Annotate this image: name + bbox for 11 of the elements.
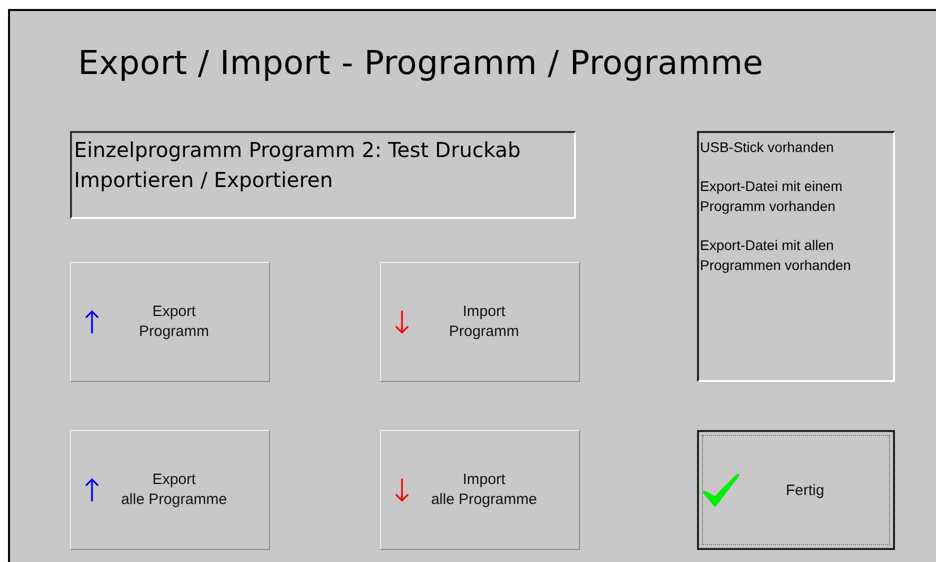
info-box: Einzelprogramm Programm 2: Test Druckab Importieren / Exportieren [70,131,576,219]
checkmark-icon [703,474,739,508]
action-button[interactable]: Export Programm [70,262,270,382]
action-button[interactable]: Import alle Programme [380,430,580,550]
done-button[interactable]: Fertig [697,430,895,550]
screen-title: Export / Import - Programm / Programme [78,43,764,84]
action-button[interactable]: Export alle Programme [70,430,270,550]
status-message: USB-Stick vorhanden [700,138,835,157]
status-message: Export-Datei mit einem Programm vorhanden [700,177,844,216]
action-button[interactable]: Import Programm [380,262,580,382]
status-message: Export-Datei mit allen Programmen vorhanden [700,236,852,275]
